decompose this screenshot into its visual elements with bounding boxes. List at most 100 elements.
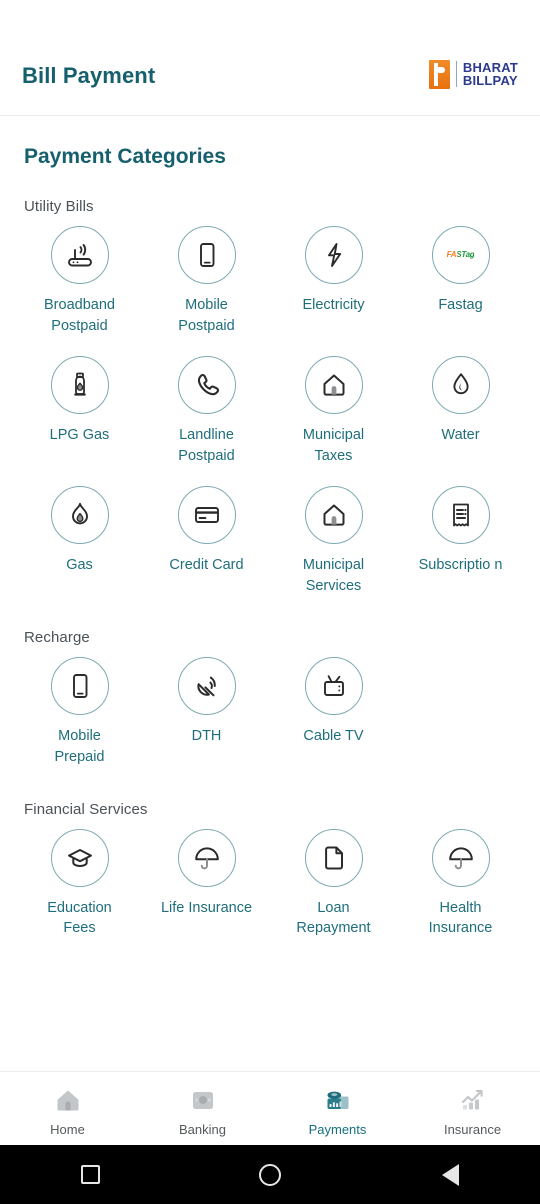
category-icon-circle	[304, 226, 363, 284]
growth-chart-icon	[458, 1085, 488, 1115]
logo-text-line2: BILLPAY	[462, 73, 518, 88]
category-label: Cable TV	[303, 728, 364, 745]
section-title-recharge: Recharge	[24, 629, 90, 647]
water-droplet-icon	[446, 370, 476, 400]
category-label: Life Insurance	[160, 899, 253, 916]
payments-stack-icon	[323, 1085, 353, 1115]
lightning-bolt-icon	[319, 240, 349, 270]
document-icon	[319, 843, 349, 873]
category-label: Gas	[66, 557, 93, 574]
bank-building-icon	[188, 1085, 218, 1115]
category-label: Health Insurance	[428, 899, 493, 937]
row-spacer	[16, 340, 524, 356]
umbrella-icon	[192, 843, 222, 873]
receipt-icon	[446, 500, 476, 530]
bharat-billpay-b-mark-icon	[428, 59, 450, 89]
category-tile-municipal-services[interactable]: Municipal Services	[270, 486, 397, 596]
category-tile-fastag[interactable]: FASTag Fastag	[397, 226, 524, 336]
category-tile-mobile-postpaid[interactable]: Mobile Postpaid	[143, 226, 270, 336]
page-title: Payment Categories	[24, 145, 226, 168]
home-circle-icon[interactable]	[240, 1155, 300, 1195]
category-label: Broadband Postpaid	[44, 297, 115, 334]
category-tile-broadband-postpaid[interactable]: Broadband Postpaid	[16, 226, 143, 336]
tab-home[interactable]: Home	[0, 1072, 135, 1145]
section-title-utility-bills: Utility Bills	[24, 198, 94, 215]
category-label: Municipal Taxes	[302, 427, 365, 464]
smartphone-icon	[65, 671, 95, 701]
bharat-billpay-logo: BHARAT BILLPAY	[428, 59, 518, 89]
category-icon-circle	[431, 486, 490, 545]
category-tile-gas[interactable]: Gas	[16, 486, 143, 596]
home-icon	[53, 1085, 83, 1115]
category-tile-education-fees[interactable]: Education Fees	[16, 828, 143, 939]
app-header: Bill Payment BHARAT BILLPAY	[0, 0, 540, 116]
category-grid-financial-services: Education Fees Life Insurance Loan Repay…	[16, 828, 524, 943]
category-icon-circle	[50, 828, 109, 887]
category-tile-life-insurance[interactable]: Life Insurance	[143, 828, 270, 939]
category-tile-credit-card[interactable]: Credit Card	[143, 486, 270, 596]
category-icon-circle: FASTag	[431, 226, 490, 284]
flame-icon	[65, 500, 95, 530]
tab-label: Payments	[308, 1121, 367, 1137]
category-icon-circle	[50, 226, 109, 284]
category-tile-loan-repayment[interactable]: Loan Repayment	[270, 828, 397, 939]
category-label: Credit Card	[169, 557, 244, 574]
category-grid-utility-bills: Broadband Postpaid Mobile Postpaid Elect…	[16, 226, 524, 600]
tab-label: Insurance	[443, 1121, 502, 1137]
category-icon-circle	[177, 828, 236, 887]
back-triangle-icon[interactable]	[420, 1155, 480, 1195]
recents-square-icon[interactable]	[60, 1155, 120, 1195]
category-icon-circle	[177, 226, 236, 284]
category-icon-circle	[177, 356, 236, 415]
category-label: LPG Gas	[49, 427, 110, 444]
logo-divider	[455, 61, 457, 87]
category-tile-municipal-taxes[interactable]: Municipal Taxes	[270, 356, 397, 466]
graduation-cap-icon	[65, 843, 95, 873]
category-icon-circle	[177, 486, 236, 545]
category-label: Loan Repayment	[296, 899, 371, 937]
category-icon-circle	[50, 486, 109, 545]
category-label: Electricity	[302, 297, 365, 313]
house-icon	[319, 500, 349, 530]
category-tile-landline-postpaid[interactable]: Landline Postpaid	[143, 356, 270, 466]
category-tile-electricity[interactable]: Electricity	[270, 226, 397, 336]
tab-insurance[interactable]: Insurance	[405, 1072, 540, 1145]
category-label: Mobile Prepaid	[54, 728, 105, 766]
category-icon-circle	[304, 486, 363, 545]
tab-banking[interactable]: Banking	[135, 1072, 270, 1145]
category-tile-cable-tv[interactable]: Cable TV	[270, 657, 397, 767]
fastag-logo-icon: FASTag	[446, 250, 475, 259]
category-label: DTH	[191, 728, 222, 745]
gas-cylinder-icon	[65, 370, 95, 400]
page-header-title: Bill Payment	[22, 63, 156, 88]
category-icon-circle	[304, 657, 363, 716]
tab-payments[interactable]: Payments	[270, 1072, 405, 1145]
category-icon-circle	[50, 356, 109, 415]
category-tile-water[interactable]: Water	[397, 356, 524, 466]
credit-card-icon	[192, 500, 222, 530]
satellite-dish-icon	[192, 671, 222, 701]
category-grid-recharge: Mobile Prepaid DTH Cable TV	[16, 657, 524, 771]
category-tile-lpg-gas[interactable]: LPG Gas	[16, 356, 143, 466]
category-label: Mobile Postpaid	[178, 297, 235, 334]
category-icon-circle	[304, 356, 363, 415]
category-label: Fastag	[438, 297, 483, 313]
category-tile-mobile-prepaid[interactable]: Mobile Prepaid	[16, 657, 143, 767]
logo-text-line1: BHARAT	[462, 59, 518, 75]
router-wifi-icon	[64, 239, 96, 271]
umbrella-icon	[446, 843, 476, 873]
category-icon-circle	[304, 828, 363, 887]
category-label: Subscriptio n	[418, 557, 503, 574]
section-title-financial-services: Financial Services	[24, 800, 148, 818]
category-tile-health-insurance[interactable]: Health Insurance	[397, 828, 524, 939]
category-tile-dth[interactable]: DTH	[143, 657, 270, 767]
category-tile-subscription[interactable]: Subscriptio n	[397, 486, 524, 596]
category-icon-circle	[431, 828, 490, 887]
content-scroll-area[interactable]: Payment Categories Utility Bills Broadba…	[0, 116, 540, 1071]
category-icon-circle	[177, 657, 236, 716]
category-label: Municipal Services	[302, 557, 365, 594]
category-icon-circle	[431, 356, 490, 415]
tab-label: Home	[50, 1121, 85, 1137]
category-label: Landline Postpaid	[178, 427, 235, 464]
house-icon	[319, 370, 349, 400]
